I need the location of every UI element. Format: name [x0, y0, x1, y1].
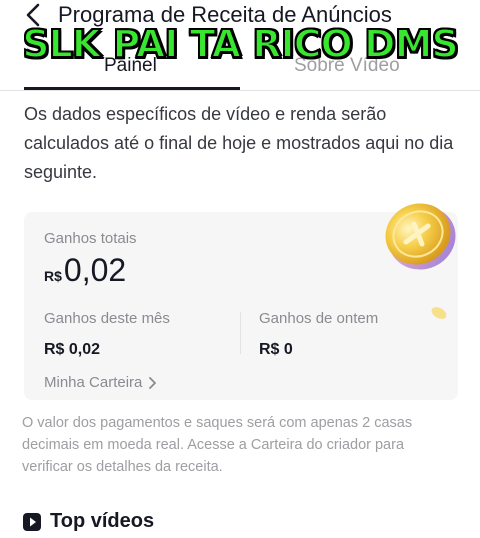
chevron-right-icon: [149, 377, 157, 389]
top-videos-label: Top vídeos: [50, 510, 155, 532]
payout-note: O valor dos pagamentos e saques será com…: [22, 415, 413, 475]
total-earnings-label: Ganhos totais: [44, 230, 137, 247]
my-wallet-label: Minha Carteira: [44, 374, 143, 391]
tabs-divider: [0, 90, 480, 91]
column-divider: [240, 312, 241, 354]
total-earnings-value: R$0,02: [44, 252, 126, 289]
info-text: Os dados específicos de vídeo e renda se…: [24, 104, 454, 182]
gold-coin-icon: [385, 203, 456, 270]
earnings-card: Ganhos totais R$0,02 Ganhos deste mês R$…: [24, 203, 458, 400]
total-currency: R$: [44, 268, 62, 284]
month-earnings: Ganhos deste mês R$ 0,02: [44, 310, 170, 359]
my-wallet-link[interactable]: Minha Carteira: [44, 374, 157, 391]
month-earnings-value: R$ 0,02: [44, 341, 101, 358]
overlay-caption: SLK PAI TA RICO DMS: [21, 21, 460, 67]
play-icon: [23, 512, 41, 531]
header: Programa de Receita de Anúncios Painel S…: [0, 0, 480, 92]
small-coin-icon: [431, 307, 447, 319]
yesterday-earnings: Ganhos de ontem R$ 0: [259, 310, 378, 359]
top-videos-heading: Top vídeos: [22, 510, 154, 536]
yesterday-earnings-label: Ganhos de ontem: [259, 310, 379, 327]
yesterday-earnings-value: R$ 0: [259, 341, 293, 358]
total-amount: 0,02: [63, 252, 127, 288]
month-earnings-label: Ganhos deste mês: [44, 310, 170, 327]
